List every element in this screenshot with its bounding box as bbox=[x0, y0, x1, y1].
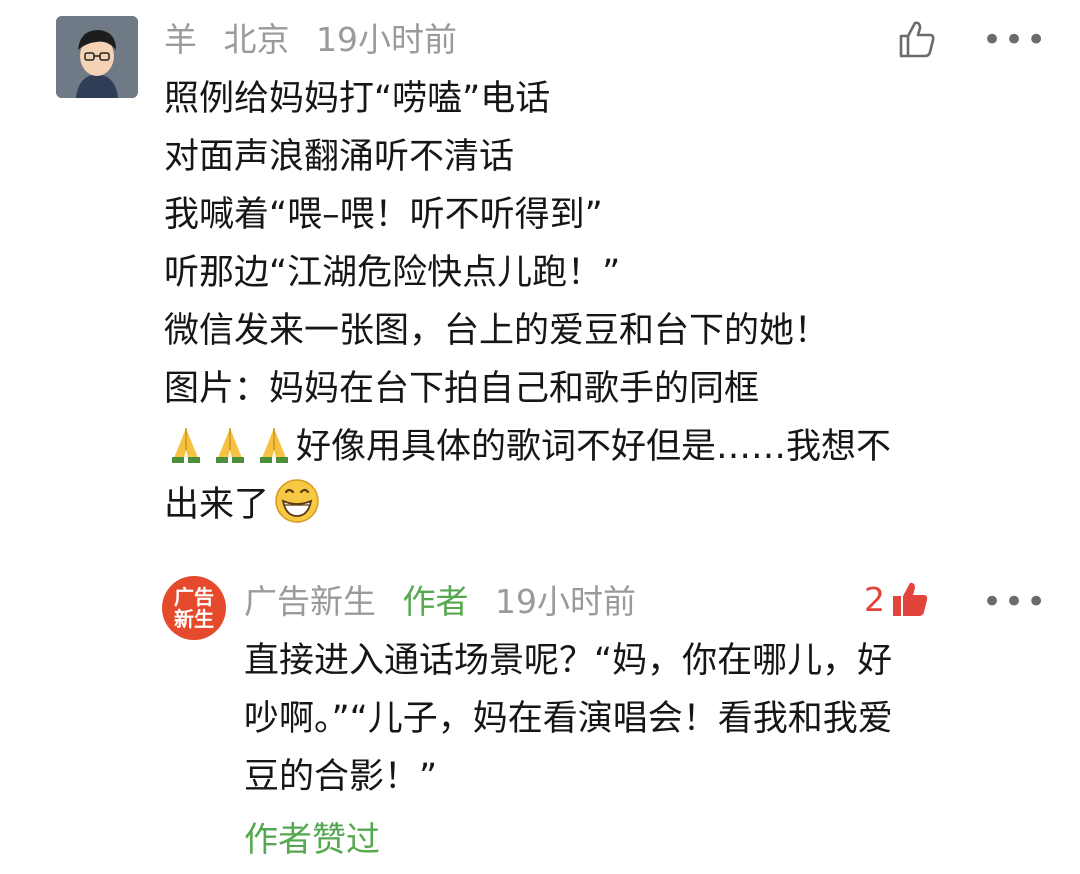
reply-body: 直接进入通话场景呢？“妈，你在哪儿，好 吵啊。”“儿子，妈在看演唱会！看我和我爱… bbox=[244, 632, 1044, 806]
reply-time: 19小时前 bbox=[495, 582, 636, 621]
thumbs-up-outline-icon bbox=[899, 21, 935, 58]
folded-hands-icon bbox=[260, 428, 288, 463]
comment-line: 对面声浪翻涌听不清话 bbox=[164, 137, 515, 177]
folded-hands-icon bbox=[216, 428, 244, 463]
like-button[interactable] bbox=[896, 18, 938, 64]
comment-line-text: 出来了 bbox=[164, 485, 270, 525]
comment-location: 北京 bbox=[223, 20, 290, 59]
more-dots-icon: ••• bbox=[982, 582, 1049, 622]
reply-line: 豆的合影！” bbox=[244, 757, 438, 797]
folded-hands-icon bbox=[172, 428, 200, 463]
comment-line: 我喊着“喂–喂！听不听得到” bbox=[164, 195, 603, 235]
comment-line: 听那边“江湖危险快点儿跑！” bbox=[164, 253, 621, 293]
reply-avatar[interactable]: 广告 新生 bbox=[162, 576, 226, 640]
reply-like-count: 2 bbox=[864, 579, 885, 619]
comment-line: 图片：妈妈在台下拍自己和歌手的同框 bbox=[164, 369, 760, 409]
cartoon-avatar-icon bbox=[56, 16, 138, 98]
comment-line-with-emoji: 出来了 bbox=[164, 476, 1044, 534]
comment-line-with-emoji: 好像用具体的歌词不好但是……我想不 bbox=[164, 418, 1044, 476]
comment-line: 微信发来一张图，台上的爱豆和台下的她！ bbox=[164, 311, 830, 351]
more-options-button[interactable]: ••• bbox=[982, 23, 1048, 57]
comment-time: 19小时前 bbox=[316, 20, 457, 59]
comment-body: 照例给妈妈打“唠嗑”电话 对面声浪翻涌听不清话 我喊着“喂–喂！听不听得到” 听… bbox=[164, 70, 1044, 534]
comment-line: 照例给妈妈打“唠嗑”电话 bbox=[164, 79, 551, 119]
reply-line: 直接进入通话场景呢？“妈，你在哪儿，好 bbox=[244, 641, 893, 681]
reply-line: 吵啊。”“儿子，妈在看演唱会！看我和我爱 bbox=[244, 699, 893, 739]
grinning-face-icon bbox=[275, 479, 319, 523]
reply-meta: 广告新生 作者 19小时前 bbox=[244, 580, 652, 624]
reply-avatar-logo-text: 广告 新生 bbox=[174, 585, 214, 631]
author-liked-label: 作者赞过 bbox=[244, 820, 380, 860]
more-dots-icon: ••• bbox=[982, 20, 1049, 60]
reply-like-button[interactable]: 2 bbox=[864, 578, 931, 620]
reply-more-options-button[interactable]: ••• bbox=[982, 585, 1048, 619]
comment-line-text: 好像用具体的歌词不好但是……我想不 bbox=[296, 427, 892, 467]
author-badge: 作者 bbox=[402, 582, 469, 621]
comment-meta: 羊 北京 19小时前 bbox=[164, 18, 473, 62]
reply-username[interactable]: 广告新生 bbox=[244, 582, 376, 621]
user-avatar[interactable] bbox=[56, 16, 138, 98]
thumbs-up-filled-icon bbox=[893, 582, 928, 616]
comment-username[interactable]: 羊 bbox=[164, 20, 197, 59]
